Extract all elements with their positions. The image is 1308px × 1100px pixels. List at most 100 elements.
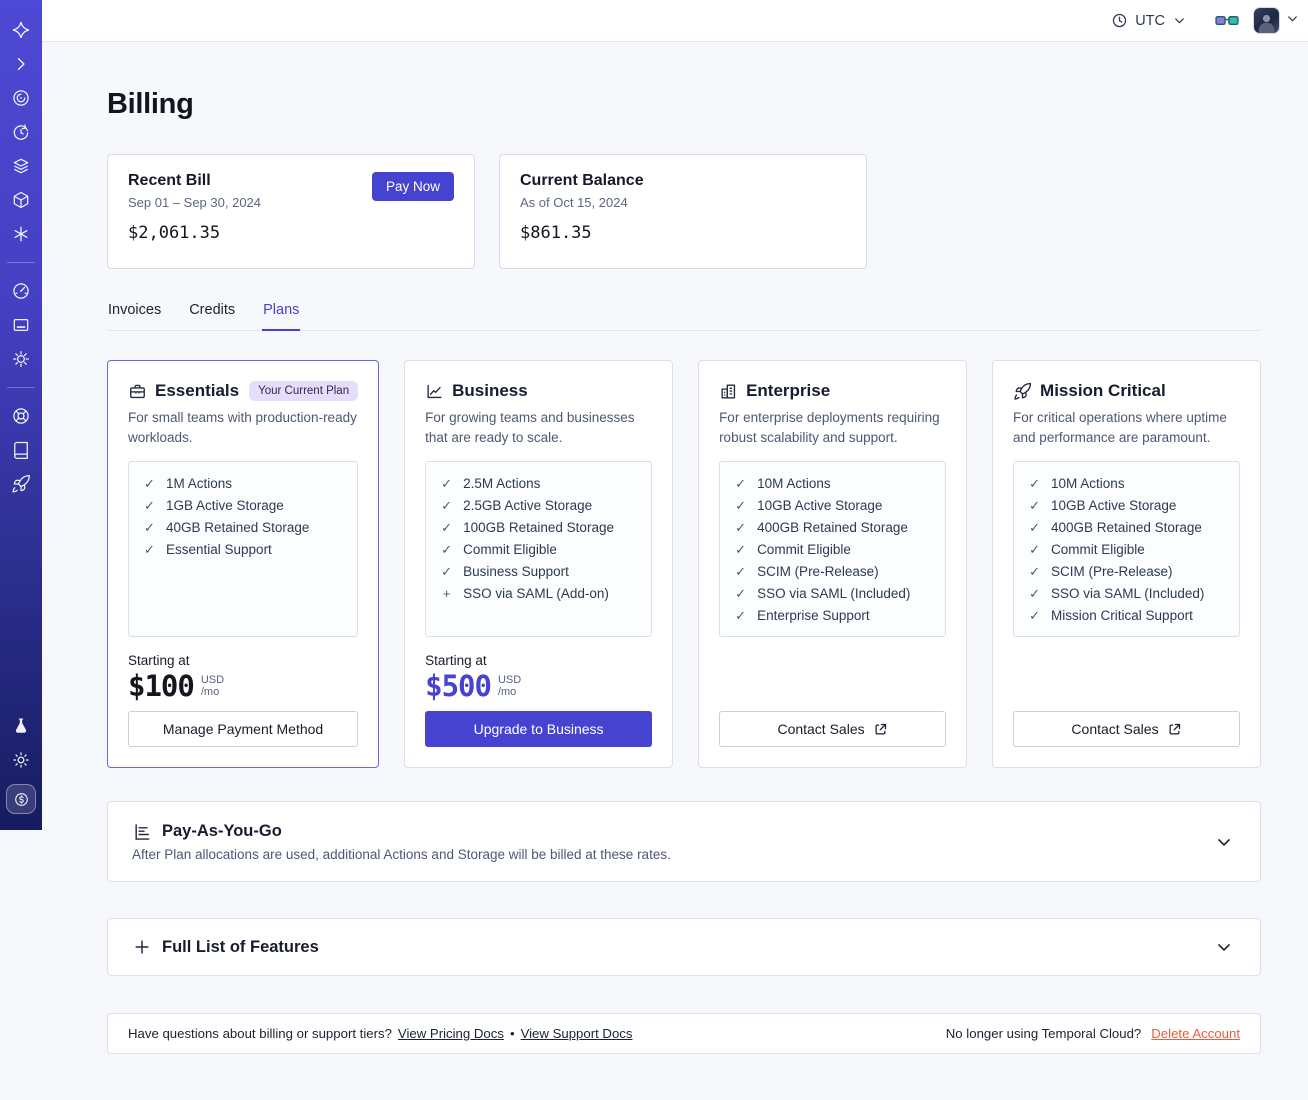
sidebar-item-usage[interactable] <box>11 281 31 301</box>
feature-item: ✓ 400GB Retained Storage <box>735 520 908 536</box>
plan-card-enterprise: Enterprise For enterprise deployments re… <box>698 360 968 768</box>
delete-account-link[interactable]: Delete Account <box>1151 1026 1240 1041</box>
check-icon: ✓ <box>1029 564 1040 580</box>
feature-item: ✓ Commit Eligible <box>1029 542 1145 558</box>
price-block: Starting at $500 USD/mo <box>425 653 652 703</box>
feature-item: ✓ Essential Support <box>144 542 272 558</box>
clock-icon <box>1111 12 1128 29</box>
tab-credits[interactable]: Credits <box>188 296 236 330</box>
upgrade-business-button[interactable]: Upgrade to Business <box>425 711 653 747</box>
contact-sales-button[interactable]: Contact Sales <box>1013 711 1240 747</box>
pay-now-button[interactable]: Pay Now <box>371 172 454 201</box>
check-icon: ✓ <box>1029 586 1040 602</box>
check-icon: ✓ <box>735 520 747 536</box>
page-title: Billing <box>107 88 194 120</box>
check-icon: ✓ <box>1029 498 1040 514</box>
feature-item: ✓ 1M Actions <box>144 476 233 492</box>
starting-at-label: Starting at <box>128 653 190 668</box>
feature-item: ✓ SCIM (Pre-Release) <box>1029 564 1173 580</box>
payg-description: After Plan allocations are used, additio… <box>132 846 671 862</box>
payg-accordion[interactable]: Pay-As-You-Go After Plan allocations are… <box>107 801 1261 882</box>
contact-sales-button[interactable]: Contact Sales <box>719 711 947 747</box>
feature-list: ✓ 10M Actions ✓ 10GB Active Storage ✓ 400GB… <box>719 461 947 637</box>
check-icon: ✓ <box>735 608 747 624</box>
tab-plans[interactable]: Plans <box>262 296 301 331</box>
current-balance-card: Current Balance As of Oct 15, 2024 $861.… <box>499 154 867 269</box>
timezone-selector[interactable]: UTC <box>1111 12 1187 29</box>
support-docs-link[interactable]: View Support Docs <box>521 1026 633 1041</box>
price-unit: USD/mo <box>200 674 225 698</box>
feature-item: ✓ Mission Critical Support <box>1029 608 1193 624</box>
feature-item: ✓ SSO via SAML (Included) <box>1029 586 1205 602</box>
theme-icon[interactable] <box>11 750 31 770</box>
payg-title: Pay-As-You-Go <box>162 822 282 840</box>
chevron-down-icon <box>1172 13 1187 28</box>
check-icon: ✓ <box>735 542 747 558</box>
feature-list: ✓ 2.5M Actions ✓ 2.5GB Active Storage ✓ 100… <box>425 461 653 637</box>
plus-icon <box>132 937 152 957</box>
price-unit: USD/mo <box>497 674 522 698</box>
sidebar-item-docs[interactable] <box>11 440 31 460</box>
topbar: UTC <box>42 0 1308 42</box>
feature-list: ✓ 10M Actions ✓ 10GB Active Storage ✓ 400GB… <box>1013 461 1240 637</box>
pricing-docs-link[interactable]: View Pricing Docs <box>398 1026 504 1041</box>
tab-invoices[interactable]: Invoices <box>107 296 162 330</box>
feature-item: ✓ SSO via SAML (Included) <box>735 586 911 602</box>
chevron-down-icon[interactable] <box>1214 937 1234 957</box>
current-plan-badge: Your Current Plan <box>249 381 359 401</box>
toolbox-icon <box>128 382 147 401</box>
feature-item: ✓ 1GB Active Storage <box>144 498 284 514</box>
check-icon: ✓ <box>144 520 155 536</box>
feature-item: ✓ 2.5M Actions <box>441 476 541 492</box>
sidebar-item-billing[interactable] <box>6 784 36 814</box>
plans-grid: Essentials Your Current Plan For small t… <box>107 360 1261 768</box>
sidebar-item-nexus[interactable] <box>11 224 31 244</box>
feature-item: ✓ 10M Actions <box>735 476 831 492</box>
features-title: Full List of Features <box>162 937 319 956</box>
chevron-down-icon[interactable] <box>1214 832 1234 852</box>
plan-price: $100 <box>128 669 195 703</box>
current-balance-asof: As of Oct 15, 2024 <box>520 195 628 210</box>
manage-payment-button[interactable]: Manage Payment Method <box>128 711 359 747</box>
sidebar-divider <box>7 387 35 388</box>
check-icon: ✓ <box>735 476 747 492</box>
check-icon: ✓ <box>441 520 453 536</box>
check-icon: ✓ <box>144 498 155 514</box>
chart-icon <box>425 382 444 401</box>
external-link-icon <box>1167 722 1182 737</box>
current-balance-amount: $861.35 <box>520 223 592 243</box>
sidebar-item-get-started[interactable] <box>11 474 31 494</box>
recent-bill-amount: $2,061.35 <box>128 223 221 243</box>
buildings-icon <box>719 382 738 401</box>
labs-icon[interactable] <box>11 716 31 736</box>
plan-name: Business <box>452 381 528 400</box>
timezone-label: UTC <box>1135 12 1165 29</box>
dev-mode-glasses-icon[interactable] <box>1215 13 1239 28</box>
check-icon: ✓ <box>441 564 453 580</box>
current-balance-title: Current Balance <box>520 172 644 189</box>
billing-tabs: Invoices Credits Plans <box>107 296 1261 331</box>
check-icon: ✓ <box>735 564 747 580</box>
sidebar-item-support[interactable] <box>11 406 31 426</box>
collapse-chevron-icon[interactable] <box>11 54 31 74</box>
features-accordion[interactable]: Full List of Features <box>107 918 1261 976</box>
check-icon: ✓ <box>441 498 453 514</box>
user-menu[interactable] <box>1253 7 1300 34</box>
recent-bill-card: Recent Bill Sep 01 – Sep 30, 2024 $2,061… <box>107 154 475 269</box>
feature-item: ✓ 10M Actions <box>1029 476 1125 492</box>
feature-list: ✓ 1M Actions ✓ 1GB Active Storage ✓ 40GB Re… <box>128 461 359 637</box>
sidebar-item-namespace-ui[interactable] <box>11 315 31 335</box>
check-icon: ✓ <box>735 586 747 602</box>
sidebar-item-workflows[interactable] <box>11 190 31 210</box>
starting-at-label: Starting at <box>425 653 487 668</box>
feature-item: ✓ 10GB Active Storage <box>1029 498 1177 514</box>
help-question: Have questions about billing or support … <box>128 1026 392 1041</box>
sidebar-item-settings[interactable] <box>11 349 31 369</box>
sidebar-item-namespaces[interactable] <box>11 88 31 108</box>
sidebar-item-schedules[interactable] <box>11 122 31 142</box>
feature-item: ✓ SCIM (Pre-Release) <box>735 564 879 580</box>
avatar <box>1253 7 1280 34</box>
sidebar-item-deployments[interactable] <box>11 156 31 176</box>
temporal-logo-icon[interactable] <box>11 20 31 40</box>
plan-description: For critical operations where uptime and… <box>1013 410 1227 445</box>
